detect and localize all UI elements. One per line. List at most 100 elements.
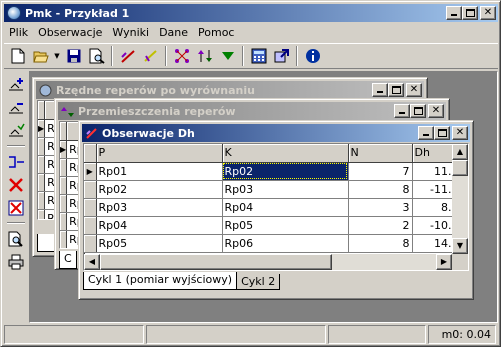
check-icon[interactable] xyxy=(139,45,162,67)
window-titlebar[interactable]: Przemieszczenia reperów ✕ xyxy=(58,102,446,120)
toolbar-separator xyxy=(296,46,298,66)
tab-cycle-1[interactable]: Cykl 1 (pomiar wyjściowy) xyxy=(83,272,238,290)
cell-n[interactable]: 7 xyxy=(348,162,413,181)
table-row[interactable]: ▶ Rp01 Rp02 7 11. xyxy=(84,162,455,181)
cell-p[interactable]: Rp02 xyxy=(96,180,223,199)
cell-dh[interactable]: -10. xyxy=(412,216,455,235)
close-button[interactable]: ✕ xyxy=(428,104,444,118)
table-row[interactable]: Rp03 Rp04 3 8. xyxy=(84,198,455,217)
delete-icon[interactable] xyxy=(5,173,28,196)
horizontal-scrollbar[interactable]: ◀ ▶ xyxy=(84,254,452,270)
cell-k[interactable]: Rp04 xyxy=(222,198,349,217)
edit-point-icon[interactable] xyxy=(5,96,28,119)
status-panel-1 xyxy=(4,325,144,344)
cell-n[interactable]: 2 xyxy=(348,216,413,235)
column-header-p[interactable]: P xyxy=(96,144,223,163)
cell-p[interactable]: Rp04 xyxy=(96,216,223,235)
add-point-icon[interactable] xyxy=(5,73,28,96)
scroll-thumb[interactable] xyxy=(452,160,468,176)
cell-k-selected[interactable]: Rp02 xyxy=(222,162,349,181)
tab-cycle[interactable] xyxy=(37,234,55,252)
preview-icon[interactable] xyxy=(5,227,28,250)
checklist-icon[interactable] xyxy=(5,119,28,142)
left-toolbar xyxy=(4,71,28,321)
window-title: Obserwacje Dh xyxy=(102,126,195,140)
maximize-button[interactable] xyxy=(388,83,404,97)
scroll-down-button[interactable]: ▼ xyxy=(452,238,468,254)
table-row[interactable]: Rp04 Rp05 2 -10. xyxy=(84,216,455,235)
minimize-button[interactable] xyxy=(394,104,410,118)
close-button[interactable]: ✕ xyxy=(480,6,496,20)
window-titlebar[interactable]: Rzędne reperów po wyrównaniu ✕ xyxy=(36,81,424,99)
scroll-up-button[interactable]: ▲ xyxy=(452,144,468,160)
cell-dh[interactable]: -11. xyxy=(412,180,455,199)
save-icon[interactable] xyxy=(62,45,85,67)
menu-wyniki[interactable]: Wyniki xyxy=(107,26,154,39)
new-file-icon[interactable] xyxy=(6,45,29,67)
vertical-scrollbar[interactable]: ▲ ▼ xyxy=(452,144,468,254)
main-window: Pmk - Przykład 1 ✕ Plik Obserwacje Wynik… xyxy=(0,0,501,347)
tab-cycle[interactable]: C xyxy=(59,251,77,269)
scroll-thumb[interactable] xyxy=(100,254,332,270)
tab-cycle-2[interactable]: Cykl 2 xyxy=(236,274,281,290)
cell-p[interactable]: Rp03 xyxy=(96,198,223,217)
cell-dh[interactable]: 8. xyxy=(412,198,455,217)
scroll-right-button[interactable]: ▶ xyxy=(436,254,452,270)
close-button[interactable]: ✕ xyxy=(452,126,468,140)
toolbar-separator xyxy=(111,46,113,66)
draw-line-icon[interactable] xyxy=(116,45,139,67)
column-header-k[interactable]: K xyxy=(222,144,349,163)
export-icon[interactable] xyxy=(270,45,293,67)
status-m0: m0: 0.04 xyxy=(428,325,496,344)
merge-icon[interactable] xyxy=(5,150,28,173)
cell-p[interactable]: Rp05 xyxy=(96,234,223,253)
app-titlebar[interactable]: Pmk - Przykład 1 ✕ xyxy=(4,4,498,22)
menu-pomoc[interactable]: Pomoc xyxy=(193,26,239,39)
observations-grid[interactable]: P K N Dh ▶ Rp01 Rp02 7 11. Rp02 Rp03 8 -… xyxy=(83,143,469,271)
column-header-dh[interactable]: Dh xyxy=(412,144,455,163)
cell-k[interactable]: Rp03 xyxy=(222,180,349,199)
cell-dh[interactable]: 14. xyxy=(412,234,455,253)
menu-dane[interactable]: Dane xyxy=(154,26,193,39)
maximize-button[interactable] xyxy=(434,126,450,140)
table-row[interactable]: Rp05 Rp06 8 14. xyxy=(84,234,455,253)
menu-obserwacje[interactable]: Obserwacje xyxy=(33,26,107,39)
menu-plik[interactable]: Plik xyxy=(4,26,33,39)
cell-n[interactable]: 8 xyxy=(348,234,413,253)
window-icon xyxy=(39,84,52,97)
mdi-workspace: Rzędne reperów po wyrównaniu ✕ ▶Rp Rp Rp… xyxy=(29,71,498,323)
cell-n[interactable]: 8 xyxy=(348,180,413,199)
window-titlebar[interactable]: Obserwacje Dh ✕ xyxy=(82,124,470,142)
minimize-button[interactable] xyxy=(418,126,434,140)
scroll-left-button[interactable]: ◀ xyxy=(84,254,100,270)
minimize-button[interactable] xyxy=(446,6,462,20)
minimize-button[interactable] xyxy=(372,83,388,97)
network-icon[interactable] xyxy=(170,45,193,67)
app-title: Pmk - Przykład 1 xyxy=(25,6,130,20)
table-row[interactable]: Rp02 Rp03 8 -11. xyxy=(84,180,455,199)
grid-corner xyxy=(84,144,97,163)
info-icon[interactable] xyxy=(301,45,324,67)
close-button[interactable]: ✕ xyxy=(406,83,422,97)
window-obserwacje[interactable]: Obserwacje Dh ✕ P K N Dh ▶ Rp01 Rp02 7 1… xyxy=(78,120,474,300)
cell-dh[interactable]: 11. xyxy=(412,162,455,181)
calculator-icon[interactable] xyxy=(247,45,270,67)
window-icon xyxy=(85,127,98,140)
maximize-button[interactable] xyxy=(410,104,426,118)
cell-k[interactable]: Rp05 xyxy=(222,216,349,235)
menubar: Plik Obserwacje Wyniki Dane Pomoc xyxy=(4,23,239,42)
clear-icon[interactable] xyxy=(5,196,28,219)
cell-k[interactable]: Rp06 xyxy=(222,234,349,253)
arrows-icon[interactable] xyxy=(193,45,216,67)
maximize-button[interactable] xyxy=(462,6,478,20)
dropdown-arrow-icon[interactable]: ▼ xyxy=(52,45,62,67)
print-icon[interactable] xyxy=(5,250,28,273)
print-preview-icon[interactable] xyxy=(85,45,108,67)
status-panel-2 xyxy=(146,325,326,344)
cell-n[interactable]: 3 xyxy=(348,198,413,217)
column-header-n[interactable]: N xyxy=(348,144,413,163)
open-folder-icon[interactable] xyxy=(29,45,52,67)
triangle-down-icon[interactable] xyxy=(216,45,239,67)
toolbar-separator xyxy=(242,46,244,66)
cell-p[interactable]: Rp01 xyxy=(96,162,223,181)
